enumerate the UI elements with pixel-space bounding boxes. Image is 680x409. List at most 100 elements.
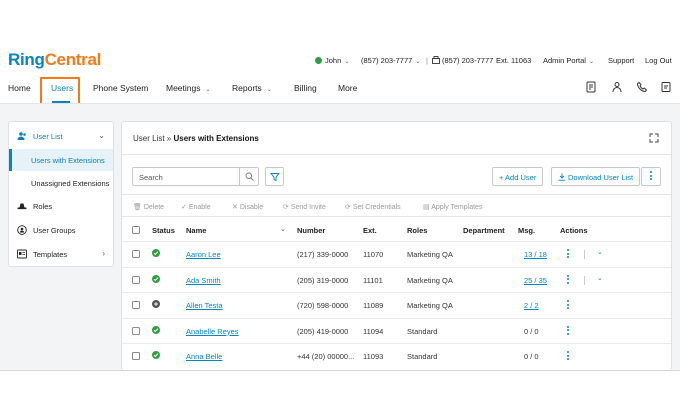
add-user-button[interactable]: + Add User (492, 167, 544, 186)
status-icon (152, 351, 160, 359)
column-name[interactable]: Name (186, 226, 206, 235)
toolbar-divider-top (122, 194, 671, 195)
phone-icon[interactable] (636, 81, 648, 93)
select-all-checkbox[interactable] (132, 226, 140, 234)
sidebar-item-templates[interactable]: Templates › (9, 243, 113, 265)
row-checkbox[interactable] (132, 250, 140, 258)
chevron-down-icon: ⌄ (266, 87, 272, 93)
sidebar-item-unassigned-extensions[interactable]: Unassigned Extensions (9, 172, 113, 194)
message-count[interactable]: 13 / 18 (524, 250, 547, 259)
phone-number: +44 (20) 00000... (297, 352, 355, 361)
row-actions-kebab-icon[interactable] (566, 351, 570, 362)
column-ext[interactable]: Ext. (363, 226, 377, 235)
user-name-link[interactable]: Allen Testa (186, 301, 223, 310)
direct-number: (857) 203-7777 (432, 56, 493, 65)
row-checkbox[interactable] (132, 352, 140, 360)
doc-icon[interactable] (585, 81, 597, 93)
nav-home[interactable]: Home (8, 83, 31, 93)
column-actions: Actions (560, 226, 588, 235)
breadcrumb-parent[interactable]: User List (133, 134, 165, 143)
row-checkbox[interactable] (132, 326, 140, 335)
column-department[interactable]: Department (463, 226, 505, 235)
admin-portal-menu[interactable]: Admin Portal ⌄ (543, 56, 594, 65)
nav-reports[interactable]: Reports ⌄ (232, 83, 272, 93)
delete-action[interactable]: 🗑︎ Delete (133, 203, 164, 211)
note-icon[interactable] (660, 81, 672, 93)
table-row[interactable]: Ada Smith (205) 319-0000 11101 Marketing QA… (122, 266, 671, 292)
enable-action[interactable]: ✓ Enable (181, 203, 211, 211)
user-name-link[interactable]: Ada Smith (186, 276, 221, 285)
expand-icon[interactable] (649, 133, 659, 143)
extension: 11070 (363, 250, 384, 259)
apply-templates-action[interactable]: ▤ Apply Templates (423, 203, 482, 211)
row-actions-kebab-icon[interactable] (566, 249, 570, 260)
set-credentials-action[interactable]: ⟳ Set Credentials (345, 203, 401, 211)
row-actions-kebab-icon[interactable] (566, 274, 570, 286)
sidebar: User List ⌄ Users with Extensions Unassi… (8, 121, 114, 267)
sidebar-item-user-list[interactable]: User List ⌄ (9, 125, 113, 147)
logout-link[interactable]: Log Out (645, 56, 672, 65)
search-placeholder: Search (139, 173, 163, 182)
search-icon (245, 172, 254, 181)
column-roles[interactable]: Roles (407, 226, 427, 235)
sidebar-item-roles[interactable]: Roles (9, 195, 113, 217)
user-name-link[interactable]: Aaron Lee (186, 250, 221, 259)
sidebar-item-user-groups[interactable]: User Groups (9, 219, 113, 241)
table-row[interactable]: Anna Belle +44 (20) 00000... 11093 Standard… (122, 343, 671, 368)
person-icon[interactable] (611, 81, 623, 93)
user-menu[interactable]: John ⌄ (315, 56, 349, 65)
table-row[interactable]: Aaron Lee (217) 339-0000 11070 Marketing QA… (122, 241, 671, 266)
message-count[interactable]: 2 / 2 (524, 301, 539, 310)
breadcrumb-separator: » (166, 134, 172, 143)
phone-number: (217) 339-0000 (297, 250, 349, 259)
row-expand-chevron-icon[interactable]: ⌄ (597, 274, 603, 282)
role: Marketing QA (407, 275, 453, 285)
fax-icon (432, 56, 440, 64)
search-input[interactable]: Search (132, 167, 259, 186)
trash-icon: 🗑︎ (133, 204, 142, 211)
column-number[interactable]: Number (297, 226, 325, 235)
refresh-icon: ⟳ (345, 204, 351, 211)
column-msg[interactable]: Msg. (518, 226, 535, 235)
status-icon (152, 274, 160, 283)
more-options-button[interactable] (641, 167, 661, 186)
breadcrumb-current: Users with Extensions (173, 134, 259, 143)
message-count: 0 / 0 (524, 352, 539, 361)
header-divider (122, 154, 671, 155)
download-user-list-button[interactable]: Download User List (551, 167, 641, 186)
sidebar-item-users-with-extensions[interactable]: Users with Extensions (9, 149, 113, 171)
support-link[interactable]: Support (608, 56, 634, 65)
disable-action[interactable]: ✕ Disable (232, 203, 263, 211)
user-name: John (325, 56, 342, 65)
nav-more[interactable]: More (338, 83, 357, 93)
ringcentral-logo[interactable]: RingCentral (8, 50, 101, 70)
filter-button[interactable] (265, 167, 284, 186)
user-name-link[interactable]: Anna Belle (186, 352, 222, 361)
sort-chevron-icon[interactable]: ⌄ (280, 225, 286, 233)
active-indicator (9, 149, 12, 171)
table-row[interactable]: Anabelle Reyes (205) 419-0000 11094 Standar… (122, 317, 671, 343)
row-checkbox[interactable] (132, 301, 140, 309)
nav-phone-system[interactable]: Phone System (93, 83, 148, 93)
check-icon: ✓ (181, 204, 187, 211)
row-actions-kebab-icon[interactable] (566, 300, 570, 311)
actions-separator (584, 275, 585, 285)
table-row[interactable]: Allen Testa (720) 598-0000 11089 Marketing … (122, 292, 671, 317)
row-actions-kebab-icon[interactable] (566, 325, 570, 337)
search-button[interactable] (239, 168, 258, 185)
logo-central-text: Central (44, 50, 102, 69)
phone-number: (205) 319-0000 (297, 275, 349, 285)
column-status[interactable]: Status (152, 226, 175, 235)
user-name-link[interactable]: Anabelle Reyes (186, 327, 239, 336)
row-checkbox[interactable] (132, 275, 140, 284)
message-count[interactable]: 25 / 35 (524, 276, 547, 285)
chevron-down-icon: ⌄ (344, 59, 350, 65)
hat-icon (17, 203, 27, 210)
main-number[interactable]: (857) 203-7777 ⌄ (361, 56, 420, 65)
send-invite-action[interactable]: ⟳ Send Invite (283, 203, 326, 211)
message-count: 0 / 0 (524, 326, 539, 336)
presence-icon (315, 57, 322, 64)
nav-billing[interactable]: Billing (294, 83, 317, 93)
row-expand-chevron-icon[interactable]: ⌄ (597, 248, 603, 256)
nav-meetings[interactable]: Meetings ⌄ (166, 83, 211, 93)
